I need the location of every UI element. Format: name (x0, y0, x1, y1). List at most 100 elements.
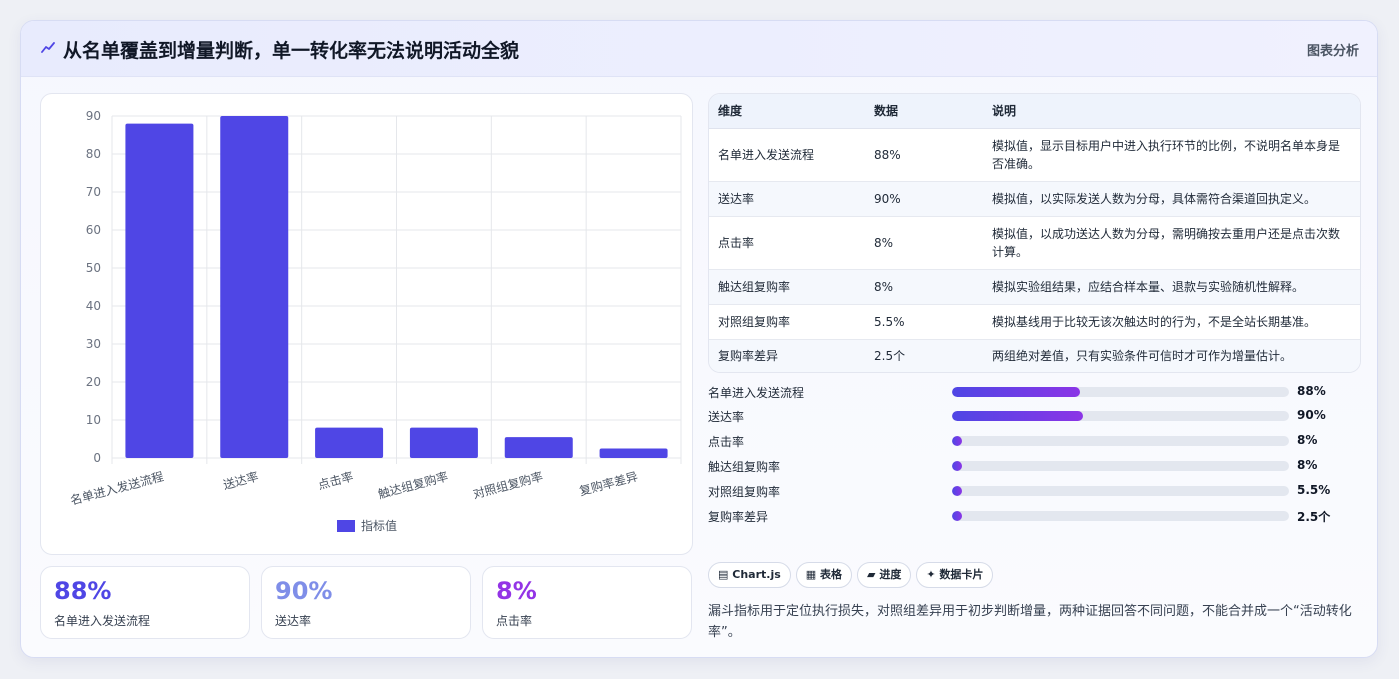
tag-progress[interactable]: ▰ 进度 (857, 562, 912, 588)
data-table-container: 维度 数据 说明 名单进入发送流程 88% 模拟值，显示目标用户中进入执行环节的… (708, 93, 1361, 373)
progress-track (952, 486, 1289, 496)
table-cell: 触达组复购率 (709, 269, 865, 305)
table-row: 对照组复购率 5.5% 模拟基线用于比较无该次触达时的行为，不是全站长期基准。 (709, 304, 1360, 340)
footnote: 漏斗指标用于定位执行损失，对照组差异用于初步判断增量，两种证据回答不同问题，不能… (708, 604, 1352, 640)
x-tick-label: 名单进入发送流程 (69, 468, 166, 507)
table-row: 触达组复购率 8% 模拟实验组结果，应结合样本量、退款与实验随机性解释。 (709, 269, 1360, 305)
table-row: 点击率 8% 模拟值，以成功送达人数为分母，需明确按去重用户还是点击次数计算。 (709, 216, 1360, 270)
chart-analysis-card: 从名单覆盖到增量判断，单一转化率无法说明活动全貌 图表分析 0 10 20 30 40 5… (20, 20, 1378, 658)
table-cell: 模拟值，以成功送达人数为分母，需明确按去重用户还是点击次数计算。 (983, 216, 1360, 270)
bar (125, 123, 194, 458)
chart-icon: ▤ (718, 568, 729, 581)
stat-card-delivery: 90% 送达率 (261, 566, 471, 639)
table-row: 送达率 90% 模拟值，以实际发送人数为分母，具体需符合渠道回执定义。 (709, 181, 1360, 217)
table-cell: 模拟基线用于比较无该次触达时的行为，不是全站长期基准。 (983, 304, 1360, 340)
table-row: 名单进入发送流程 88% 模拟值，显示目标用户中进入执行环节的比例，不说明名单本… (709, 128, 1360, 182)
column-header: 维度 (709, 94, 865, 129)
stat-value: 90% (275, 577, 333, 605)
table-cell: 90% (865, 181, 983, 217)
progress-value: 8% (1297, 458, 1318, 472)
tag-label: 进度 (879, 568, 902, 581)
tag-data-card[interactable]: ✦ 数据卡片 (916, 562, 994, 588)
progress-track (952, 461, 1289, 471)
table-cell: 模拟实验组结果，应结合样本量、退款与实验随机性解释。 (983, 269, 1360, 305)
progress-label: 点击率 (708, 435, 745, 449)
y-tick-label: 20 (86, 375, 101, 389)
table-cell: 2.5个 (865, 339, 983, 372)
x-tick-label: 点击率 (316, 468, 355, 492)
progress-row: 点击率 8% (708, 433, 1361, 449)
progress-label: 送达率 (708, 410, 745, 424)
y-tick-label: 10 (86, 413, 101, 427)
progress-fill (952, 411, 1084, 421)
column-header: 说明 (983, 94, 1360, 129)
stat-label: 送达率 (275, 614, 312, 628)
table-cell: 88% (865, 128, 983, 182)
stat-label: 点击率 (496, 614, 533, 628)
x-tick-label: 复购率差异 (578, 468, 640, 498)
y-tick-label: 80 (86, 147, 101, 161)
progress-track (952, 511, 1289, 521)
progress-fill (952, 387, 1081, 397)
progress-fill (952, 486, 963, 496)
bar (504, 437, 573, 458)
tag-chartjs[interactable]: ▤ Chart.js (708, 562, 791, 588)
progress-value: 8% (1297, 433, 1318, 447)
progress-track (952, 387, 1289, 397)
data-table: 维度 数据 说明 名单进入发送流程 88% 模拟值，显示目标用户中进入执行环节的… (709, 94, 1360, 372)
tag-label: 数据卡片 (939, 568, 984, 581)
bar (220, 116, 289, 458)
table-cell: 点击率 (709, 216, 865, 270)
table-cell: 5.5% (865, 304, 983, 340)
y-tick-label: 50 (86, 261, 101, 275)
table-cell: 模拟值，以实际发送人数为分母，具体需符合渠道回执定义。 (983, 181, 1360, 217)
progress-row: 对照组复购率 5.5% (708, 483, 1361, 499)
progress-label: 名单进入发送流程 (708, 386, 805, 400)
table-cell: 复购率差异 (709, 339, 865, 372)
progress-icon: ▰ (867, 568, 876, 581)
y-tick-label: 40 (86, 299, 101, 313)
progress-fill (952, 511, 963, 521)
progress-fill (952, 436, 963, 446)
card-header: 从名单覆盖到增量判断，单一转化率无法说明活动全貌 图表分析 (21, 21, 1377, 77)
bar (409, 427, 478, 458)
y-tick-label: 90 (86, 109, 101, 123)
stat-label: 名单进入发送流程 (54, 614, 151, 628)
progress-value: 88% (1297, 384, 1326, 398)
table-cell: 模拟值，显示目标用户中进入执行环节的比例，不说明名单本身是否准确。 (983, 128, 1360, 182)
stat-card-coverage: 88% 名单进入发送流程 (40, 566, 250, 639)
x-tick-label: 触达组复购率 (376, 468, 449, 501)
bar-chart: 0 10 20 30 40 50 60 70 80 90 名单进入发送流程 送达率 点击率 触达组复购率对… (40, 93, 693, 555)
x-tick-label: 送达率 (221, 468, 260, 492)
table-cell: 对照组复购率 (709, 304, 865, 340)
x-tick-label: 对照组复购率 (471, 468, 544, 501)
tag-label: 表格 (820, 568, 843, 581)
progress-row: 复购率差异 2.5个 (708, 508, 1361, 524)
progress-label: 对照组复购率 (708, 485, 781, 499)
progress-row: 触达组复购率 8% (708, 458, 1361, 474)
progress-row: 送达率 90% (708, 408, 1361, 424)
bar-chart-svg: 0 10 20 30 40 50 60 70 80 90 名单进入发送流程 送达率 点击率 触达组复购率对… (69, 109, 682, 533)
bar (315, 427, 384, 458)
stat-value: 88% (54, 577, 112, 605)
tag-label: Chart.js (732, 568, 781, 581)
table-row: 复购率差异 2.5个 两组绝对差值，只有实验条件可信时才可作为增量估计。 (709, 339, 1360, 372)
progress-label: 复购率差异 (708, 510, 769, 524)
table-header-row: 维度 数据 说明 (709, 94, 1360, 129)
stat-value: 8% (496, 577, 537, 605)
trend-icon (41, 42, 55, 53)
table-icon: ▦ (805, 568, 817, 581)
progress-track (952, 411, 1289, 421)
table-cell: 8% (865, 269, 983, 305)
table-cell: 两组绝对差值，只有实验条件可信时才可作为增量估计。 (983, 339, 1360, 372)
column-header: 数据 (865, 94, 983, 129)
tag-table[interactable]: ▦ 表格 (795, 562, 853, 588)
progress-label: 触达组复购率 (708, 460, 781, 474)
chart-analysis-link[interactable]: 图表分析 (1307, 40, 1359, 59)
sparkle-icon: ✦ (926, 568, 936, 581)
bar (599, 448, 668, 458)
y-tick-label: 0 (93, 451, 101, 465)
progress-fill (952, 461, 963, 471)
table-cell: 8% (865, 216, 983, 270)
table-cell: 送达率 (709, 181, 865, 217)
